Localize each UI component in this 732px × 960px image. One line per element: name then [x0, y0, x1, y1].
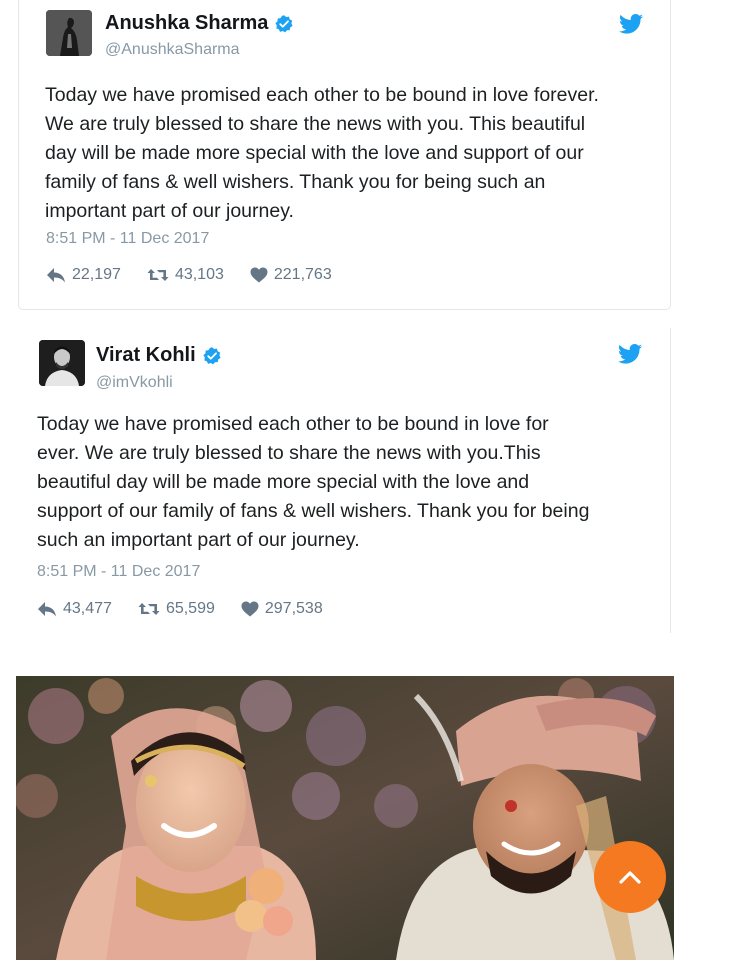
wedding-photo [16, 676, 674, 960]
heart-icon [250, 267, 268, 283]
like-button[interactable]: 297,538 [241, 600, 323, 618]
timestamp[interactable]: 8:51 PM - 11 Dec 2017 [37, 563, 200, 581]
retweet-icon [147, 269, 169, 281]
display-name[interactable]: Virat Kohli [96, 344, 196, 367]
like-count: 297,538 [264, 600, 323, 617]
tweet-card-anushka: Anushka Sharma @AnushkaSharma Today we h… [18, 0, 671, 310]
reply-count: 43,477 [63, 600, 112, 617]
retweet-icon [138, 603, 160, 615]
reply-icon [38, 602, 56, 617]
wedding-photo-image [16, 676, 674, 960]
chevron-up-icon [619, 871, 641, 884]
tweet-text: Today we have promised each other to be … [45, 84, 599, 222]
verified-badge-icon [275, 14, 293, 32]
reply-count: 22,197 [72, 266, 121, 283]
tweet-card-virat: Virat Kohli @imVkohli Today we have prom… [18, 328, 671, 633]
tweet-actions: 22,197 43,103 221,763 [46, 266, 358, 284]
avatar[interactable] [39, 340, 85, 386]
avatar[interactable] [46, 10, 92, 56]
avatar-image [39, 340, 85, 386]
handle[interactable]: @AnushkaSharma [105, 41, 240, 59]
display-name[interactable]: Anushka Sharma [105, 12, 268, 35]
name-row: Anushka Sharma [105, 12, 294, 35]
heart-icon [241, 601, 259, 617]
retweet-count: 65,599 [165, 600, 215, 617]
reply-icon [47, 268, 65, 283]
reply-button[interactable]: 22,197 [46, 266, 121, 284]
verified-badge-icon [203, 346, 221, 364]
scroll-to-top-button[interactable] [594, 841, 666, 913]
like-button[interactable]: 221,763 [250, 266, 332, 284]
twitter-bird-icon[interactable] [618, 344, 642, 364]
reply-button[interactable]: 43,477 [37, 600, 112, 618]
twitter-bird-icon[interactable] [619, 14, 643, 34]
retweet-button[interactable]: 65,599 [138, 600, 215, 618]
tweet-actions: 43,477 65,599 297,538 [37, 600, 349, 618]
retweet-button[interactable]: 43,103 [147, 266, 224, 284]
avatar-image [46, 10, 92, 56]
like-count: 221,763 [273, 266, 332, 283]
tweet-text: Today we have promised each other to be … [37, 413, 590, 551]
handle[interactable]: @imVkohli [96, 374, 173, 392]
timestamp[interactable]: 8:51 PM - 11 Dec 2017 [46, 230, 209, 248]
name-row: Virat Kohli [96, 344, 222, 367]
retweet-count: 43,103 [174, 266, 224, 283]
